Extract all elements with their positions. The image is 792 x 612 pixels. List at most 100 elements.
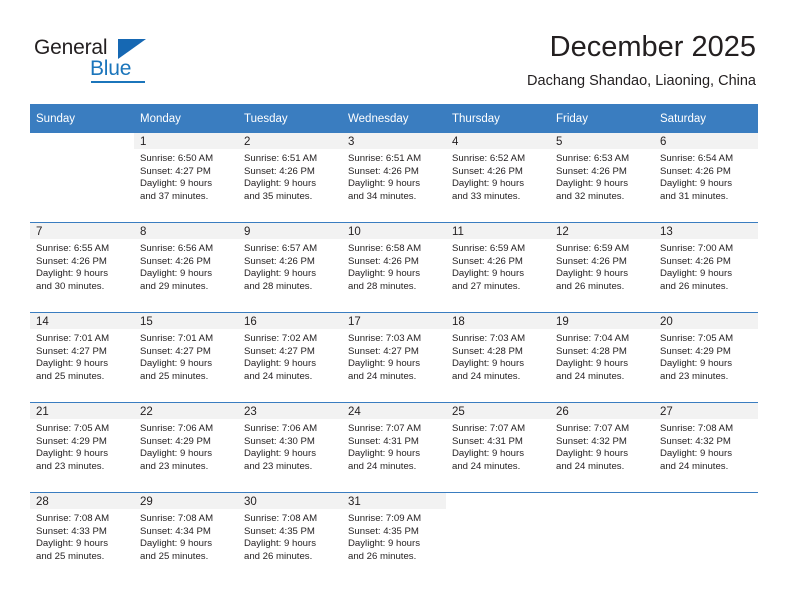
calendar-day-cell[interactable]: 23 Sunrise: 7:06 AM Sunset: 4:30 PM Dayligh… [238,402,342,493]
daylight-text-line2: and 30 minutes. [36,280,105,292]
calendar-day-cell[interactable]: 13 Sunrise: 7:00 AM Sunset: 4:26 PM Dayligh… [654,222,758,313]
calendar-week-row: 14 Sunrise: 7:01 AM Sunset: 4:27 PM Dayligh… [30,312,758,403]
page-title: December 2025 [549,31,756,63]
daylight-text-line1: Daylight: 9 hours [660,268,732,280]
sunset-text: Sunset: 4:26 PM [244,165,315,177]
daylight-text-line2: and 28 minutes. [244,280,313,292]
calendar-day-cell[interactable]: 27 Sunrise: 7:08 AM Sunset: 4:32 PM Dayligh… [654,402,758,493]
calendar-page: General Blue December 2025 Dachang Shand… [0,0,792,612]
daylight-text-line2: and 24 minutes. [452,460,521,472]
day-details: Sunrise: 7:07 AM Sunset: 4:31 PM Daylight:… [342,419,446,473]
calendar-day-cell[interactable]: 8 Sunrise: 6:56 AM Sunset: 4:26 PM Daylight… [134,222,238,313]
day-details [654,509,758,513]
daylight-text-line1: Daylight: 9 hours [556,178,628,190]
calendar-day-cell[interactable]: 22 Sunrise: 7:06 AM Sunset: 4:29 PM Dayligh… [134,402,238,493]
calendar-day-cell[interactable]: 1 Sunrise: 6:50 AM Sunset: 4:27 PM Daylight… [134,133,238,223]
calendar-day-cell[interactable]: 31 Sunrise: 7:09 AM Sunset: 4:35 PM Dayligh… [342,492,446,582]
day-details: Sunrise: 7:08 AM Sunset: 4:32 PM Daylight:… [654,419,758,473]
daylight-text-line1: Daylight: 9 hours [244,178,316,190]
calendar-day-cell[interactable]: 20 Sunrise: 7:05 AM Sunset: 4:29 PM Dayligh… [654,312,758,403]
sunrise-text: Sunrise: 7:04 AM [556,333,630,344]
sunset-text: Sunset: 4:27 PM [244,345,315,357]
daylight-text-line1: Daylight: 9 hours [660,448,732,460]
day-details [550,509,654,513]
calendar-day-cell[interactable]: 14 Sunrise: 7:01 AM Sunset: 4:27 PM Dayligh… [30,312,134,403]
sunset-text: Sunset: 4:32 PM [660,435,731,447]
sunset-text: Sunset: 4:35 PM [244,525,315,537]
calendar-day-cell[interactable]: 16 Sunrise: 7:02 AM Sunset: 4:27 PM Dayligh… [238,312,342,403]
day-details: Sunrise: 6:59 AM Sunset: 4:26 PM Daylight:… [550,239,654,293]
weekday-header-tuesday: Tuesday [238,104,342,133]
calendar-day-cell[interactable]: 26 Sunrise: 7:07 AM Sunset: 4:32 PM Dayligh… [550,402,654,493]
calendar-day-cell[interactable]: 25 Sunrise: 7:07 AM Sunset: 4:31 PM Dayligh… [446,402,550,493]
day-details: Sunrise: 7:08 AM Sunset: 4:35 PM Daylight:… [238,509,342,563]
weekday-header-thursday: Thursday [446,104,550,133]
calendar-day-cell[interactable]: 29 Sunrise: 7:08 AM Sunset: 4:34 PM Dayligh… [134,492,238,582]
day-number: 3 [342,133,446,149]
calendar-day-cell[interactable]: 17 Sunrise: 7:03 AM Sunset: 4:27 PM Dayligh… [342,312,446,403]
sunset-text: Sunset: 4:35 PM [348,525,419,537]
day-number: 4 [446,133,550,149]
general-blue-logo[interactable]: General Blue [34,36,164,88]
day-details: Sunrise: 6:58 AM Sunset: 4:26 PM Daylight:… [342,239,446,293]
sunrise-text: Sunrise: 7:03 AM [452,333,526,344]
daylight-text-line1: Daylight: 9 hours [348,268,420,280]
day-number: 9 [238,223,342,239]
daylight-text-line2: and 25 minutes. [140,550,209,562]
day-number: 25 [446,403,550,419]
day-number: 7 [30,223,134,239]
calendar-day-cell[interactable]: 18 Sunrise: 7:03 AM Sunset: 4:28 PM Dayligh… [446,312,550,403]
day-number: 24 [342,403,446,419]
sunset-text: Sunset: 4:34 PM [140,525,211,537]
sunrise-text: Sunrise: 6:54 AM [660,153,734,164]
calendar-day-cell[interactable]: 24 Sunrise: 7:07 AM Sunset: 4:31 PM Dayligh… [342,402,446,493]
day-details: Sunrise: 7:08 AM Sunset: 4:34 PM Daylight:… [134,509,238,563]
daylight-text-line1: Daylight: 9 hours [452,178,524,190]
calendar-day-cell[interactable]: 21 Sunrise: 7:05 AM Sunset: 4:29 PM Dayligh… [30,402,134,493]
calendar-table: Sunday Monday Tuesday Wednesday Thursday Frid… [30,104,758,582]
calendar-day-cell[interactable]: 19 Sunrise: 7:04 AM Sunset: 4:28 PM Dayligh… [550,312,654,403]
calendar-day-cell[interactable]: 4 Sunrise: 6:52 AM Sunset: 4:26 PM Daylight… [446,133,550,223]
day-details: Sunrise: 7:08 AM Sunset: 4:33 PM Daylight:… [30,509,134,563]
day-number: 31 [342,493,446,509]
sunrise-text: Sunrise: 7:08 AM [36,513,110,524]
sunset-text: Sunset: 4:28 PM [556,345,627,357]
sunset-text: Sunset: 4:28 PM [452,345,523,357]
day-details: Sunrise: 6:55 AM Sunset: 4:26 PM Daylight:… [30,239,134,293]
daylight-text-line1: Daylight: 9 hours [140,538,212,550]
calendar-day-cell[interactable]: 9 Sunrise: 6:57 AM Sunset: 4:26 PM Daylight… [238,222,342,313]
calendar-day-cell[interactable]: 28 Sunrise: 7:08 AM Sunset: 4:33 PM Dayligh… [30,492,134,582]
daylight-text-line2: and 24 minutes. [556,370,625,382]
sunset-text: Sunset: 4:33 PM [36,525,107,537]
calendar-day-cell[interactable]: 7 Sunrise: 6:55 AM Sunset: 4:26 PM Daylight… [30,222,134,313]
calendar-day-cell[interactable]: 2 Sunrise: 6:51 AM Sunset: 4:26 PM Daylight… [238,133,342,223]
daylight-text-line1: Daylight: 9 hours [660,358,732,370]
calendar-day-cell[interactable]: 10 Sunrise: 6:58 AM Sunset: 4:26 PM Dayligh… [342,222,446,313]
sunset-text: Sunset: 4:27 PM [348,345,419,357]
daylight-text-line1: Daylight: 9 hours [140,358,212,370]
day-number: 18 [446,313,550,329]
day-number: 11 [446,223,550,239]
day-number: 29 [134,493,238,509]
daylight-text-line1: Daylight: 9 hours [244,358,316,370]
day-details: Sunrise: 7:06 AM Sunset: 4:30 PM Daylight:… [238,419,342,473]
day-number: 14 [30,313,134,329]
day-details: Sunrise: 6:59 AM Sunset: 4:26 PM Daylight:… [446,239,550,293]
calendar-day-cell[interactable]: 15 Sunrise: 7:01 AM Sunset: 4:27 PM Dayligh… [134,312,238,403]
calendar-day-cell[interactable]: 12 Sunrise: 6:59 AM Sunset: 4:26 PM Dayligh… [550,222,654,313]
calendar-day-cell[interactable]: 11 Sunrise: 6:59 AM Sunset: 4:26 PM Dayligh… [446,222,550,313]
sunset-text: Sunset: 4:26 PM [244,255,315,267]
sunset-text: Sunset: 4:31 PM [452,435,523,447]
calendar-day-cell[interactable]: 30 Sunrise: 7:08 AM Sunset: 4:35 PM Dayligh… [238,492,342,582]
day-details: Sunrise: 7:01 AM Sunset: 4:27 PM Daylight:… [134,329,238,383]
weekday-header-wednesday: Wednesday [342,104,446,133]
sunrise-text: Sunrise: 7:06 AM [244,423,318,434]
daylight-text-line2: and 29 minutes. [140,280,209,292]
daylight-text-line2: and 23 minutes. [140,460,209,472]
calendar-day-cell[interactable]: 6 Sunrise: 6:54 AM Sunset: 4:26 PM Daylight… [654,133,758,223]
daylight-text-line2: and 23 minutes. [244,460,313,472]
calendar-day-cell[interactable]: 5 Sunrise: 6:53 AM Sunset: 4:26 PM Daylight… [550,133,654,223]
sunset-text: Sunset: 4:26 PM [660,255,731,267]
calendar-day-cell[interactable]: 3 Sunrise: 6:51 AM Sunset: 4:26 PM Daylight… [342,133,446,223]
sunrise-text: Sunrise: 7:05 AM [36,423,110,434]
